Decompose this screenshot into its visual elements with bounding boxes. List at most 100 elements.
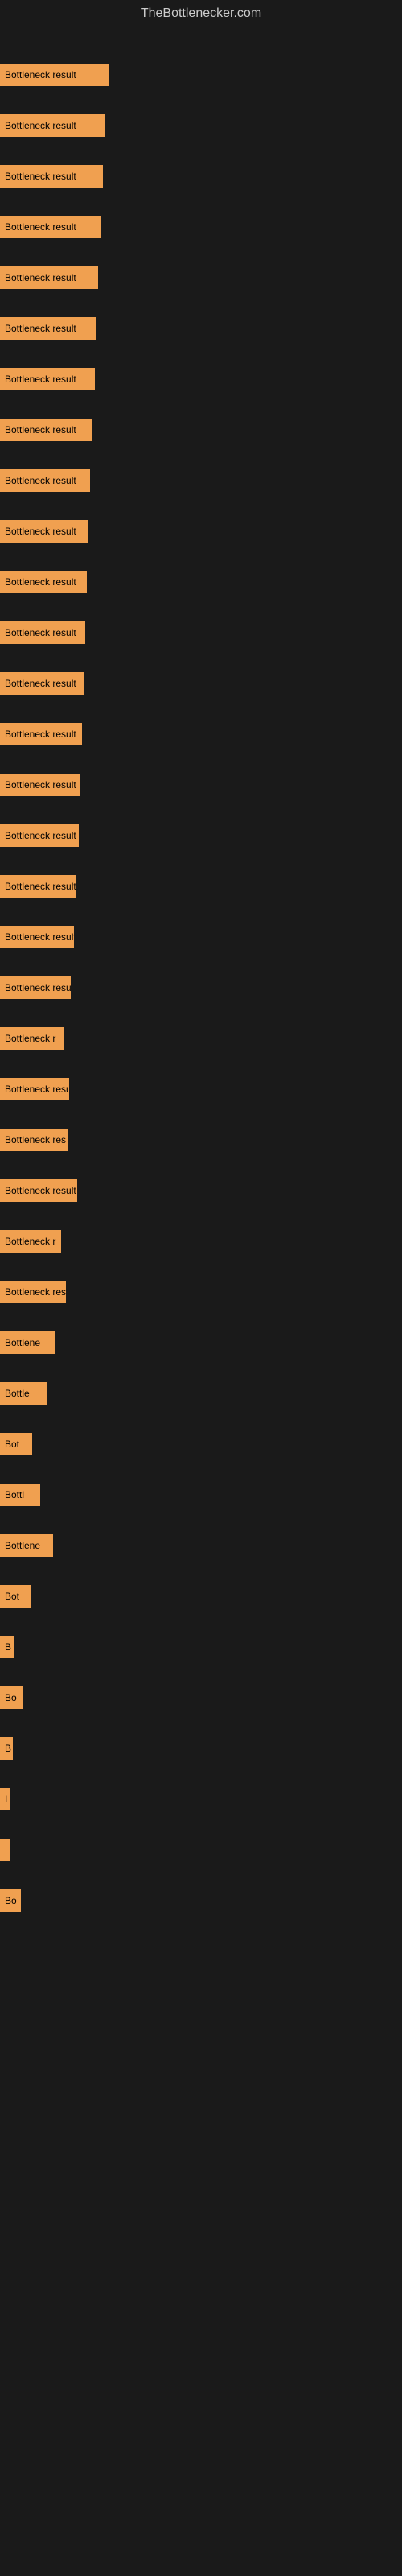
bar-32: Bo bbox=[0, 1686, 23, 1709]
bar-row: I bbox=[0, 1788, 402, 1810]
bar-28: Bottl bbox=[0, 1484, 40, 1506]
bar-30: Bot bbox=[0, 1585, 31, 1608]
bar-26: Bottle bbox=[0, 1382, 47, 1405]
bar-31: B bbox=[0, 1636, 14, 1658]
bar-label-34: I bbox=[5, 1794, 7, 1805]
bar-label-9: Bottleneck result bbox=[5, 526, 76, 537]
bar-row: Bottleneck res bbox=[0, 1129, 402, 1151]
bar-36: Bo bbox=[0, 1889, 21, 1912]
bar-row: Bot bbox=[0, 1585, 402, 1608]
bar-row: Bottleneck resu bbox=[0, 976, 402, 999]
bar-21: Bottleneck res bbox=[0, 1129, 68, 1151]
bar-label-11: Bottleneck result bbox=[5, 627, 76, 638]
bar-row: Bottleneck result bbox=[0, 621, 402, 644]
bar-label-0: Bottleneck result bbox=[5, 69, 76, 80]
bar-label-30: Bot bbox=[5, 1591, 19, 1602]
bar-row: Bottleneck result bbox=[0, 469, 402, 492]
bar-row: Bot bbox=[0, 1433, 402, 1455]
bar-15: Bottleneck result bbox=[0, 824, 79, 847]
bar-row: Bottleneck result bbox=[0, 824, 402, 847]
bar-2: Bottleneck result bbox=[0, 165, 103, 188]
bar-23: Bottleneck r bbox=[0, 1230, 61, 1253]
bar-16: Bottleneck result bbox=[0, 875, 76, 898]
bar-8: Bottleneck result bbox=[0, 469, 90, 492]
bar-row: Bottleneck resu bbox=[0, 1281, 402, 1303]
bar-row: Bottleneck result bbox=[0, 926, 402, 948]
bar-label-29: Bottlene bbox=[5, 1540, 40, 1551]
bar-row: Bottleneck result bbox=[0, 266, 402, 289]
bar-row: Bottleneck result bbox=[0, 216, 402, 238]
bar-34: I bbox=[0, 1788, 10, 1810]
bar-row: Bottlene bbox=[0, 1534, 402, 1557]
bar-12: Bottleneck result bbox=[0, 672, 84, 695]
bar-label-7: Bottleneck result bbox=[5, 424, 76, 436]
bar-row: Bottleneck r bbox=[0, 1027, 402, 1050]
bar-row: Bo bbox=[0, 1686, 402, 1709]
site-title-text: TheBottlenecker.com bbox=[141, 6, 261, 20]
bar-29: Bottlene bbox=[0, 1534, 53, 1557]
bar-11: Bottleneck result bbox=[0, 621, 85, 644]
bar-4: Bottleneck result bbox=[0, 266, 98, 289]
bar-label-32: Bo bbox=[5, 1692, 17, 1703]
bar-label-13: Bottleneck result bbox=[5, 729, 76, 740]
bar-row: Bottl bbox=[0, 1484, 402, 1506]
bar-5: Bottleneck result bbox=[0, 317, 96, 340]
bar-label-3: Bottleneck result bbox=[5, 221, 76, 233]
bar-label-8: Bottleneck result bbox=[5, 475, 76, 486]
bar-row: Bottleneck resu bbox=[0, 1078, 402, 1100]
bar-33: B bbox=[0, 1737, 13, 1760]
bar-label-20: Bottleneck resu bbox=[5, 1084, 69, 1095]
bar-row: Bottleneck result bbox=[0, 520, 402, 543]
bar-row: Bottleneck result bbox=[0, 571, 402, 593]
bar-row: B bbox=[0, 1737, 402, 1760]
bar-label-12: Bottleneck result bbox=[5, 678, 76, 689]
bar-label-17: Bottleneck result bbox=[5, 931, 74, 943]
bar-label-4: Bottleneck result bbox=[5, 272, 76, 283]
bar-label-5: Bottleneck result bbox=[5, 323, 76, 334]
bar-row: Bottleneck result bbox=[0, 723, 402, 745]
bar-label-26: Bottle bbox=[5, 1388, 30, 1399]
bar-label-27: Bot bbox=[5, 1439, 19, 1450]
bar-row: Bottleneck result bbox=[0, 368, 402, 390]
bar-label-24: Bottleneck resu bbox=[5, 1286, 66, 1298]
bar-22: Bottleneck result bbox=[0, 1179, 77, 1202]
bar-label-28: Bottl bbox=[5, 1489, 24, 1501]
bar-label-31: B bbox=[5, 1641, 11, 1653]
bar-3: Bottleneck result bbox=[0, 216, 100, 238]
bar-row: Bottleneck r bbox=[0, 1230, 402, 1253]
bar-label-15: Bottleneck result bbox=[5, 830, 76, 841]
bar-row: B bbox=[0, 1636, 402, 1658]
bar-row bbox=[0, 1839, 402, 1861]
bar-label-1: Bottleneck result bbox=[5, 120, 76, 131]
bar-label-23: Bottleneck r bbox=[5, 1236, 55, 1247]
bar-label-14: Bottleneck result bbox=[5, 779, 76, 791]
bar-row: Bottleneck result bbox=[0, 114, 402, 137]
bar-label-18: Bottleneck resu bbox=[5, 982, 71, 993]
bar-25: Bottlene bbox=[0, 1331, 55, 1354]
bar-row: Bottleneck result bbox=[0, 672, 402, 695]
bar-row: Bottleneck result bbox=[0, 774, 402, 796]
bar-label-33: B bbox=[5, 1743, 11, 1754]
bar-17: Bottleneck result bbox=[0, 926, 74, 948]
bar-label-36: Bo bbox=[5, 1895, 17, 1906]
bar-label-10: Bottleneck result bbox=[5, 576, 76, 588]
bar-35 bbox=[0, 1839, 10, 1861]
bar-24: Bottleneck resu bbox=[0, 1281, 66, 1303]
bar-label-16: Bottleneck result bbox=[5, 881, 76, 892]
bar-label-2: Bottleneck result bbox=[5, 171, 76, 182]
bar-row: Bottlene bbox=[0, 1331, 402, 1354]
bar-row: Bottleneck result bbox=[0, 64, 402, 86]
bar-row: Bottleneck result bbox=[0, 875, 402, 898]
bar-7: Bottleneck result bbox=[0, 419, 92, 441]
site-title: TheBottlenecker.com bbox=[0, 0, 402, 27]
bar-label-19: Bottleneck r bbox=[5, 1033, 55, 1044]
bar-14: Bottleneck result bbox=[0, 774, 80, 796]
bar-label-25: Bottlene bbox=[5, 1337, 40, 1348]
bar-row: Bo bbox=[0, 1889, 402, 1912]
bar-row: Bottleneck result bbox=[0, 419, 402, 441]
bar-0: Bottleneck result bbox=[0, 64, 109, 86]
bar-row: Bottle bbox=[0, 1382, 402, 1405]
bar-row: Bottleneck result bbox=[0, 165, 402, 188]
bar-18: Bottleneck resu bbox=[0, 976, 71, 999]
bar-label-22: Bottleneck result bbox=[5, 1185, 76, 1196]
